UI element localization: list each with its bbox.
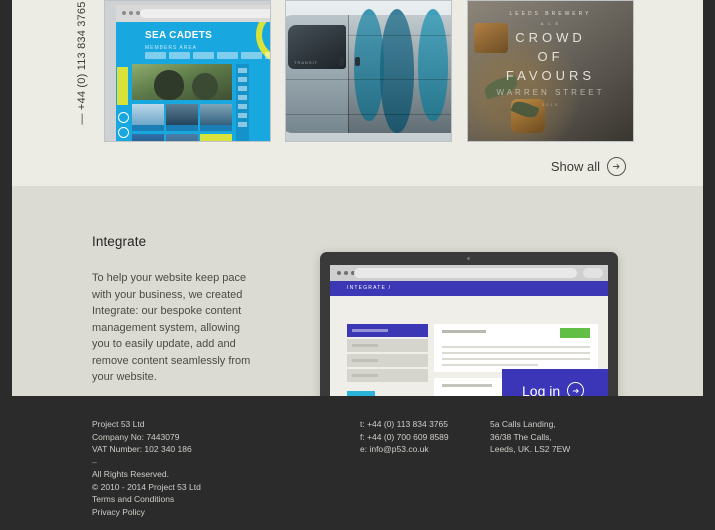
carousel-arrows-icon: [118, 112, 129, 141]
work-card-transit-van[interactable]: [285, 0, 452, 142]
footer-address-column: 5a Calls Landing, 36/38 The Calls, Leeds…: [490, 418, 570, 456]
brewery-line3: FAVOURS: [505, 68, 596, 83]
brewery-line1: CROWD: [515, 30, 586, 45]
cms-text-line: [442, 364, 538, 366]
van-shading: [348, 15, 451, 133]
thumb-tile: [200, 134, 232, 141]
arrow-right-circle-icon: [607, 157, 626, 176]
footer-vat-number: VAT Number: 102 340 186: [92, 444, 192, 454]
brewery-line2: OF: [537, 49, 564, 64]
cms-sidebar-item[interactable]: [347, 354, 428, 367]
brewery-street: WARREN STREET: [496, 88, 605, 97]
cms-save-button[interactable]: [560, 328, 590, 338]
sea-cadets-logo: SEA CADETS MEMBERS AREA: [145, 31, 212, 53]
sea-cadets-page: SEA CADETS MEMBERS AREA: [116, 22, 270, 141]
van-photo: [286, 1, 451, 141]
footer-address-line1: 5a Calls Landing,: [490, 419, 556, 429]
work-card-leeds-brewery[interactable]: LEEDS BREWERY A L E CROWD OF FAVOURS WAR…: [467, 0, 634, 142]
thumb-tile: [166, 134, 198, 141]
thumb-tile: [132, 104, 164, 131]
browser-url-bar: [354, 268, 577, 278]
vertical-phone-number: — +44 (0) 113 834 3765: [76, 1, 88, 125]
cms-panel-title: [442, 330, 486, 333]
integrate-section: Integrate To help your website keep pace…: [12, 186, 703, 402]
van-panel-line: [286, 79, 451, 80]
footer-privacy-link[interactable]: Privacy Policy: [92, 506, 201, 519]
work-card-sea-cadets[interactable]: SEA CADETS MEMBERS AREA: [104, 0, 271, 142]
brewery-sub: A L E: [540, 21, 561, 26]
laptop-screen: INTEGRATE / Log in: [330, 265, 608, 402]
van-bodywork: [286, 9, 451, 133]
sea-cadets-sidebar: [236, 64, 249, 141]
footer-company-column: Project 53 Ltd Company No: 7443079 VAT N…: [92, 418, 201, 518]
cms-sidebar-item[interactable]: [347, 369, 428, 382]
thumb-tile: [200, 104, 232, 131]
footer-rights: All Rights Reserved.: [92, 469, 170, 479]
footer-divider: –: [92, 456, 97, 467]
integrate-title: Integrate: [92, 234, 147, 249]
footer-company-name: Project 53 Ltd: [92, 419, 145, 429]
integrate-copy: To help your website keep pace with your…: [92, 272, 251, 383]
cms-browser-toolbar: [330, 265, 608, 281]
van-panel-line: [286, 114, 451, 115]
van-door-handle: [339, 57, 344, 66]
browser-traffic-lights: [337, 271, 355, 275]
cms-sidebar-item[interactable]: [347, 339, 428, 352]
footer-copyright: © 2010 - 2014 Project 53 Ltd: [92, 481, 201, 492]
laptop-mockup: INTEGRATE / Log in: [320, 252, 618, 402]
brewery-lockup: LEEDS BREWERY A L E CROWD OF FAVOURS WAR…: [468, 11, 633, 107]
van-panel-line: [348, 35, 451, 36]
van-door-seam: [348, 15, 349, 133]
cms-text-line: [442, 346, 590, 348]
phone-rail: — +44 (0) 113 834 3765: [60, 0, 100, 186]
footer-telephone: t: +44 (0) 113 834 3765: [360, 419, 448, 429]
work-card-grid: SEA CADETS MEMBERS AREA TRANSIT LEEDS BR…: [104, 0, 639, 143]
brewery-photo: LEEDS BREWERY A L E CROWD OF FAVOURS WAR…: [468, 1, 633, 141]
footer-email-link[interactable]: e: info@p53.co.uk: [360, 443, 449, 456]
thumb-tile: [166, 104, 198, 131]
show-all-label: Show all: [550, 159, 600, 174]
page-root: — +44 (0) 113 834 3765 SEA CADETS MEMBER…: [0, 0, 715, 530]
thumb-tile: [132, 134, 164, 141]
van-window: [288, 25, 346, 69]
cms-text-line: [442, 358, 590, 360]
brewery-year: 2013: [542, 102, 559, 107]
cms-content-panel: [434, 324, 598, 372]
cms-panel-title: [442, 384, 492, 387]
browser-toolbar: [116, 5, 270, 22]
brewery-arc-top: LEEDS BREWERY: [509, 11, 592, 17]
footer-terms-link[interactable]: Terms and Conditions: [92, 493, 201, 506]
cms-header-bar: INTEGRATE /: [330, 281, 608, 296]
browser-url-bar: [140, 9, 270, 18]
footer-company-no: Company No: 7443079: [92, 431, 180, 442]
site-footer: Project 53 Ltd Company No: 7443079 VAT N…: [0, 396, 715, 530]
show-all-button[interactable]: Show all: [551, 157, 626, 176]
footer-address-line2: 36/38 The Calls,: [490, 431, 552, 442]
van-door-handle: [355, 57, 360, 66]
cms-sidebar-item-active[interactable]: [347, 324, 428, 337]
browser-frame-mock: SEA CADETS MEMBERS AREA: [116, 5, 270, 141]
footer-address-line3: Leeds, UK. LS2 7EW: [490, 444, 571, 454]
sea-cadets-logo-text: SEA CADETS: [145, 30, 213, 41]
sea-cadets-side-tab: [117, 67, 128, 105]
cms-text-line: [442, 352, 590, 354]
work-section: — +44 (0) 113 834 3765 SEA CADETS MEMBER…: [12, 0, 703, 186]
cms-header-label: INTEGRATE /: [347, 285, 392, 291]
footer-fax: f: +44 (0) 700 609 8589: [360, 431, 449, 442]
webcam-icon: [467, 257, 470, 260]
cms-sidebar: [347, 324, 428, 382]
sea-cadets-hero-image: [132, 64, 232, 100]
browser-traffic-lights: [122, 11, 140, 15]
browser-search-bar: [583, 268, 603, 278]
footer-contact-column: t: +44 (0) 113 834 3765 f: +44 (0) 700 6…: [360, 418, 449, 456]
sea-cadets-nav: [145, 52, 270, 59]
